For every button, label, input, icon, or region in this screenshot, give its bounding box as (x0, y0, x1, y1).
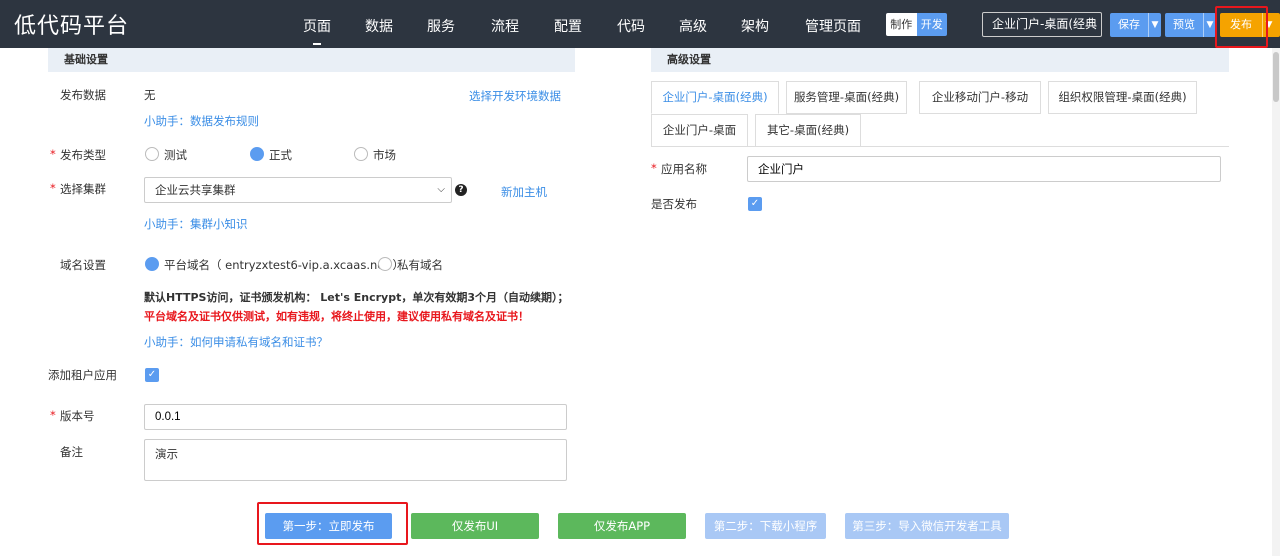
preview-label: 预览 (1173, 18, 1195, 31)
radio-test[interactable] (145, 147, 159, 161)
cluster-select-value: 企业云共享集群 (155, 183, 236, 197)
publish-data-label: 发布数据 (60, 88, 106, 102)
publish-data-value: 无 (144, 88, 156, 102)
nav-service[interactable]: 服务 (427, 16, 455, 36)
nav-data[interactable]: 数据 (365, 16, 393, 36)
remark-textarea[interactable]: 演示 (144, 439, 567, 481)
mode-toggle: 制作 开发 (886, 13, 947, 36)
radio-private-domain[interactable] (378, 257, 392, 271)
radio-platform-domain[interactable] (145, 257, 159, 271)
nav-config[interactable]: 配置 (554, 16, 582, 36)
preview-dropdown-icon[interactable]: ▼ (1203, 13, 1216, 37)
version-input[interactable] (144, 404, 567, 430)
top-bar: 低代码平台 页面 数据 服务 流程 配置 代码 高级 架构 管理页面 制作 开发… (0, 0, 1280, 48)
cluster-label: 选择集群 (50, 181, 106, 197)
publish-type-label: 发布类型 (50, 147, 106, 163)
publish-app-only-button[interactable]: 仅发布APP (558, 513, 686, 539)
download-miniprogram-button[interactable]: 第二步：下载小程序 (705, 513, 826, 539)
is-publish-label: 是否发布 (651, 197, 697, 211)
publish-dropdown-icon[interactable]: ▼ (1262, 13, 1275, 37)
domain-note: 默认HTTPS访问，证书颁发机构： Let's Encrypt，单次有效期3个月… (144, 291, 569, 304)
nav-page[interactable]: 页面 (303, 16, 331, 45)
radio-market-label: 市场 (373, 148, 396, 162)
app-logo: 低代码平台 (14, 14, 130, 39)
save-button[interactable]: 保存 ▼ (1110, 13, 1161, 37)
domain-warning: 平台域名及证书仅供测试，如有违规，将终止使用，建议使用私有域名及证书！ (144, 310, 529, 323)
preview-button[interactable]: 预览 ▼ (1165, 13, 1216, 37)
save-dropdown-icon[interactable]: ▼ (1148, 13, 1161, 37)
remark-label: 备注 (60, 445, 83, 459)
nav-architecture[interactable]: 架构 (741, 16, 769, 36)
publish-button[interactable]: 发布 ▼ (1220, 13, 1280, 37)
tenant-app-label: 添加租户应用 (48, 368, 117, 382)
nav-flow[interactable]: 流程 (491, 16, 519, 36)
mode-dev-button[interactable]: 开发 (916, 13, 947, 36)
publish-ui-only-button[interactable]: 仅发布UI (411, 513, 539, 539)
tabs-divider (651, 146, 1229, 147)
helper-publish-rules-link[interactable]: 小助手：数据发布规则 (144, 113, 259, 129)
tab-mobile-portal[interactable]: 企业移动门户-移动 (919, 81, 1041, 114)
chevron-down-icon: ⌵ (437, 184, 445, 195)
help-icon[interactable]: ? (455, 184, 467, 196)
app-name-input[interactable] (747, 156, 1221, 182)
version-label: 版本号 (50, 408, 94, 424)
app-select[interactable]: 企业门户-桌面(经典 (982, 12, 1102, 37)
add-host-link[interactable]: 新加主机 (501, 184, 547, 200)
save-label: 保存 (1118, 18, 1140, 31)
nav-admin-page[interactable]: 管理页面 (805, 16, 861, 36)
nav-advanced[interactable]: 高级 (679, 16, 707, 36)
radio-test-label: 测试 (164, 148, 187, 162)
publish-label: 发布 (1230, 18, 1252, 31)
cluster-select[interactable]: 企业云共享集群 ⌵ (144, 177, 452, 203)
domain-label: 域名设置 (60, 258, 106, 272)
helper-domain-link[interactable]: 小助手：如何申请私有域名和证书？ (144, 334, 328, 350)
radio-private-domain-label: 私有域名 (397, 258, 443, 272)
is-publish-checkbox[interactable]: ✓ (748, 197, 762, 211)
helper-cluster-link[interactable]: 小助手：集群小知识 (144, 216, 248, 232)
nav-code[interactable]: 代码 (617, 16, 645, 36)
radio-formal[interactable] (250, 147, 264, 161)
basic-settings-header: 基础设置 (48, 48, 575, 72)
import-wechat-devtool-button[interactable]: 第三步：导入微信开发者工具 (845, 513, 1009, 539)
app-name-label: 应用名称 (651, 161, 707, 177)
scrollbar-thumb[interactable] (1273, 52, 1279, 102)
mode-make-button[interactable]: 制作 (886, 13, 917, 36)
tab-service-mgmt-desktop-classic[interactable]: 服务管理-桌面(经典) (786, 81, 907, 114)
radio-market[interactable] (354, 147, 368, 161)
scrollbar[interactable] (1272, 48, 1280, 556)
radio-formal-label: 正式 (269, 148, 292, 162)
publish-now-button[interactable]: 第一步：立即发布 (265, 513, 392, 539)
tab-portal-desktop-classic[interactable]: 企业门户-桌面(经典) (651, 81, 779, 114)
tab-other-desktop-classic[interactable]: 其它-桌面(经典) (755, 114, 861, 147)
advanced-settings-header: 高级设置 (651, 48, 1229, 72)
select-env-data-link[interactable]: 选择开发环境数据 (469, 88, 561, 104)
radio-platform-domain-label: 平台域名（ entryzxtest6-vip.a.xcaas.net ） (164, 258, 404, 272)
tab-org-permission-desktop-classic[interactable]: 组织权限管理-桌面(经典) (1048, 81, 1197, 114)
tab-portal-desktop[interactable]: 企业门户-桌面 (651, 114, 748, 147)
tenant-app-checkbox[interactable]: ✓ (145, 368, 159, 382)
